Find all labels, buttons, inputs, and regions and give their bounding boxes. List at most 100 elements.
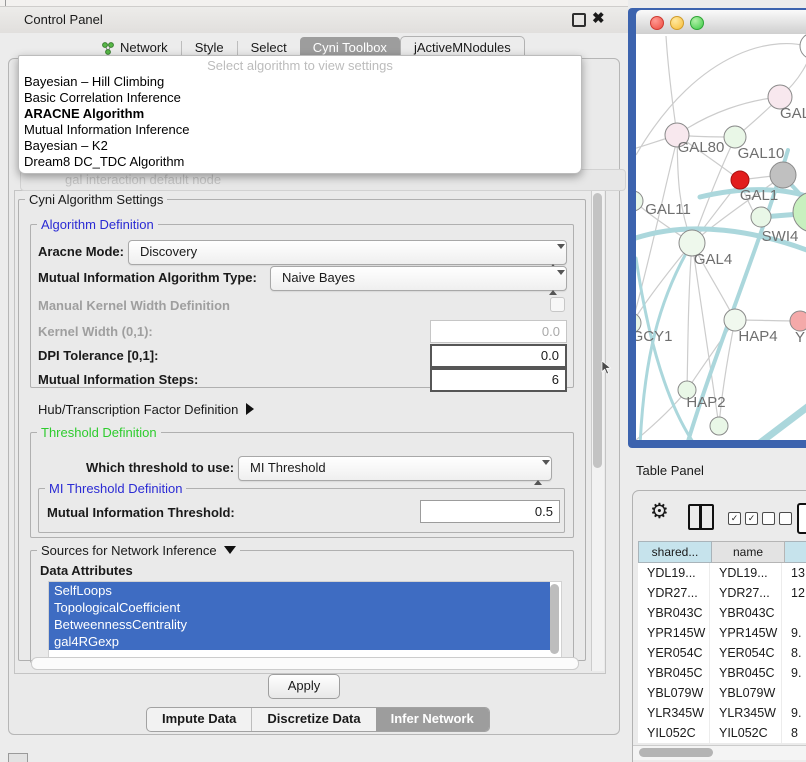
table-cell: YPR145W bbox=[710, 623, 782, 643]
control-panel-titlebar: Control Panel bbox=[0, 7, 628, 33]
collapsed-arrow-icon bbox=[246, 403, 254, 415]
algorithm-option[interactable]: Mutual Information Inference bbox=[19, 122, 581, 138]
table-cell: YIL052C bbox=[710, 723, 782, 743]
table-cell: YDL19... bbox=[638, 563, 710, 583]
node-partial-top-right[interactable] bbox=[800, 34, 806, 59]
list-scrollbar[interactable] bbox=[550, 584, 559, 654]
node-label: GAL80 bbox=[678, 139, 725, 156]
kernel-width-label: Kernel Width (0,1): bbox=[38, 324, 153, 339]
table-row[interactable]: YBL079WYBL079W bbox=[638, 683, 806, 703]
algorithm-option[interactable]: Bayesian – Hill Climbing bbox=[19, 74, 581, 90]
mi-threshold-field[interactable]: 0.5 bbox=[420, 500, 560, 523]
data-attribute-item[interactable]: BetweennessCentrality bbox=[49, 616, 550, 633]
node-label: SWI4 bbox=[762, 228, 799, 245]
table-row[interactable]: YIL052CYIL052C8 bbox=[638, 723, 806, 743]
column-header[interactable]: shared... bbox=[638, 541, 712, 563]
network-edge-highlighted[interactable] bbox=[636, 258, 700, 440]
network-edge[interactable] bbox=[666, 36, 677, 135]
table-row[interactable]: YDR27...YDR27...12 bbox=[638, 583, 806, 603]
table-row[interactable]: YPR145WYPR145W9. bbox=[638, 623, 806, 643]
tab-impute-data[interactable]: Impute Data bbox=[147, 708, 251, 731]
aracne-mode-select[interactable]: Discovery bbox=[128, 240, 567, 265]
close-icon[interactable]: ✖ bbox=[592, 6, 605, 32]
mi-type-select[interactable]: Naive Bayes bbox=[270, 266, 567, 291]
gear-icon[interactable]: ⚙ bbox=[650, 499, 669, 524]
checked-checkbox-icon: ✓ bbox=[728, 512, 741, 525]
threshold-definition-group: Threshold Definition Which threshold to … bbox=[30, 432, 574, 538]
minimize-traffic-light[interactable] bbox=[670, 16, 684, 30]
settings-vscrollbar[interactable] bbox=[591, 191, 604, 671]
float-window-icon[interactable] bbox=[572, 13, 586, 27]
column-header[interactable] bbox=[785, 541, 806, 563]
hub-definition-toggle[interactable]: Hub/Transcription Factor Definition bbox=[38, 402, 254, 417]
scrollbar-thumb[interactable] bbox=[593, 193, 602, 468]
collapsed-panel-icon[interactable] bbox=[8, 753, 28, 762]
checked-checkbox-icon: ✓ bbox=[745, 512, 758, 525]
data-attribute-item[interactable]: gal4RGexp bbox=[49, 633, 550, 650]
node-salmon[interactable] bbox=[790, 311, 806, 331]
table-row[interactable]: YER054CYER054C8. bbox=[638, 643, 806, 663]
split-columns-icon[interactable] bbox=[688, 504, 714, 530]
network-edge[interactable] bbox=[687, 243, 692, 390]
data-attribute-item[interactable]: TopologicalCoefficient bbox=[49, 599, 550, 616]
node-label: GAL4 bbox=[694, 251, 732, 268]
table-row[interactable]: YDL19...YDL19...13 bbox=[638, 563, 806, 583]
mi-type-value: Naive Bayes bbox=[282, 270, 355, 285]
table-cell: 9. bbox=[782, 663, 806, 683]
which-threshold-select[interactable]: MI Threshold bbox=[238, 456, 552, 481]
table-row[interactable]: YBR045CYBR045C9. bbox=[638, 663, 806, 683]
cyni-algorithm-settings-title: Cyni Algorithm Settings bbox=[25, 192, 167, 207]
scrollbar-thumb[interactable] bbox=[639, 748, 713, 757]
kernel-width-field[interactable]: 0.0 bbox=[430, 320, 567, 343]
settings-hscrollbar[interactable] bbox=[31, 657, 579, 670]
network-canvas[interactable]: GALGAL80GAL10GAL1GAL11SWI4GAL4GCY1HAP4YH… bbox=[636, 34, 806, 440]
algorithm-option[interactable]: Dream8 DC_TDC Algorithm bbox=[19, 154, 581, 170]
mi-threshold-label: Mutual Information Threshold: bbox=[47, 505, 235, 520]
node-label: GAL10 bbox=[738, 145, 785, 162]
node-gray-large[interactable] bbox=[770, 162, 796, 188]
table-cell: 8. bbox=[782, 643, 806, 663]
network-edge-highlighted[interactable] bbox=[748, 402, 806, 440]
tab-discretize-data[interactable]: Discretize Data bbox=[251, 708, 375, 731]
new-table-icon[interactable] bbox=[797, 503, 806, 534]
unchecked-checkbox-icon bbox=[779, 512, 792, 525]
data-attributes-list: SelfLoopsTopologicalCoefficientBetweenne… bbox=[48, 581, 562, 661]
network-window-titlebar[interactable] bbox=[636, 10, 806, 35]
table-cell: YDL19... bbox=[710, 563, 782, 583]
close-traffic-light[interactable] bbox=[650, 16, 664, 30]
bottom-tabs: Impute Data Discretize Data Infer Networ… bbox=[146, 707, 490, 732]
control-panel-title: Control Panel bbox=[24, 7, 103, 33]
node-label: GAL1 bbox=[740, 187, 778, 204]
table-cell: YER054C bbox=[710, 643, 782, 663]
node-green-large-right[interactable] bbox=[793, 192, 806, 232]
sources-title[interactable]: Sources for Network Inference bbox=[37, 543, 240, 558]
deselect-all-columns-icon[interactable] bbox=[762, 512, 792, 525]
tab-infer-network[interactable]: Infer Network bbox=[376, 708, 489, 731]
node-label: HAP4 bbox=[738, 328, 777, 345]
node-swi4[interactable] bbox=[751, 207, 771, 227]
network-icon bbox=[101, 41, 115, 55]
table-cell: YPR145W bbox=[638, 623, 710, 643]
node-table: shared...name YDL19...YDL19...13YDR27...… bbox=[638, 541, 806, 743]
table-cell: YDR27... bbox=[638, 583, 710, 603]
column-header[interactable]: name bbox=[712, 541, 785, 563]
apply-button[interactable]: Apply bbox=[268, 674, 340, 699]
table-row[interactable]: YBR043CYBR043C bbox=[638, 603, 806, 623]
node-label: GAL11 bbox=[645, 201, 691, 218]
node-partial-bottom[interactable] bbox=[710, 417, 728, 435]
algorithm-option[interactable]: Basic Correlation Inference bbox=[19, 90, 581, 106]
table-hscrollbar[interactable] bbox=[633, 745, 806, 760]
mi-steps-field[interactable]: 6 bbox=[430, 368, 567, 392]
algorithm-option[interactable]: Bayesian – K2 bbox=[19, 138, 581, 154]
table-cell: YBR045C bbox=[710, 663, 782, 683]
select-all-columns-icon[interactable]: ✓ ✓ bbox=[728, 512, 758, 525]
manual-kernel-checkbox[interactable] bbox=[550, 297, 565, 312]
data-attribute-item[interactable]: SelfLoops bbox=[49, 582, 550, 599]
table-row[interactable]: YLR345WYLR345W9. bbox=[638, 703, 806, 723]
zoom-traffic-light[interactable] bbox=[690, 16, 704, 30]
algorithm-option[interactable]: ARACNE Algorithm bbox=[19, 106, 581, 122]
stepper-icon bbox=[534, 462, 543, 483]
which-threshold-label: Which threshold to use: bbox=[86, 460, 234, 475]
dpi-tolerance-field[interactable]: 0.0 bbox=[430, 344, 567, 368]
which-threshold-value: MI Threshold bbox=[250, 460, 326, 475]
